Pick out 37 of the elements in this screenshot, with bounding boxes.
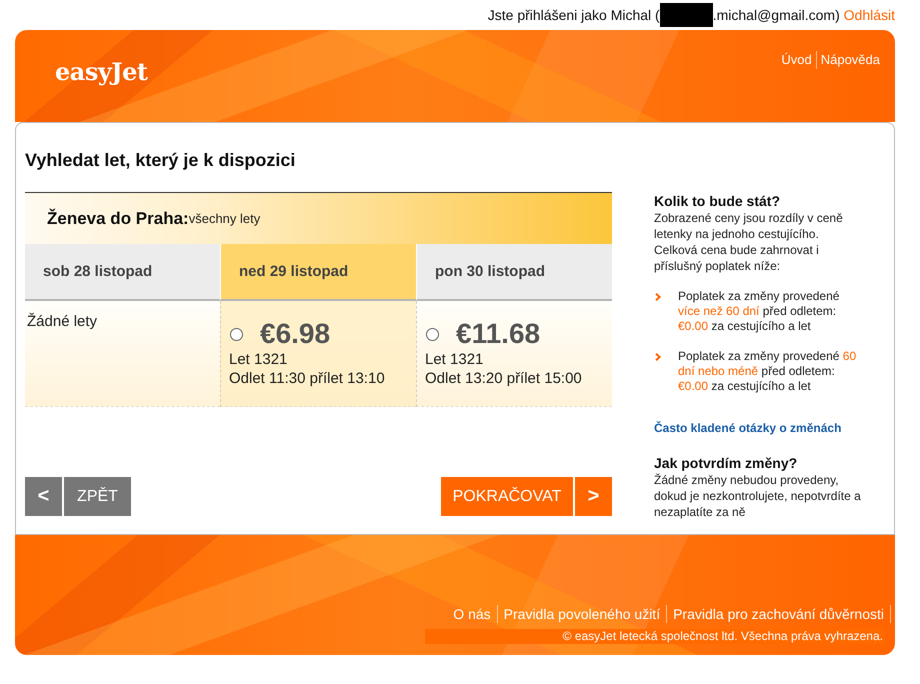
date-tab[interactable]: pon 30 listopad: [416, 244, 612, 301]
flight-number-text: Let 1321: [229, 350, 288, 369]
flight-radio[interactable]: [230, 328, 243, 340]
date-tab[interactable]: sob 28 listopad: [25, 244, 220, 301]
footer-link[interactable]: O nás: [447, 605, 497, 623]
info-text: Celková cena bude zahrnovat i příslušný poplatek níže:: [654, 242, 820, 274]
section-heading: Kolik to bude stát?: [654, 193, 781, 209]
brand-logo[interactable]: easyJet: [55, 57, 148, 86]
fee-text: Poplatek za změny provedené více než 60 dní před odletem: €0.00 za cestujícího a let: [678, 289, 840, 334]
continue-button[interactable]: POKRAČOVAT >: [441, 477, 612, 516]
logout-link[interactable]: Odhlásit: [844, 7, 895, 23]
account-email-text: .michal@gmail.com): [712, 7, 840, 23]
route-title: Ženeva do Praha:: [47, 208, 189, 228]
faq-link[interactable]: Často kladené otázky o změnách: [654, 421, 842, 435]
route-note: všechny lety: [188, 211, 260, 226]
chevron-icon: [655, 353, 661, 361]
flight-times-text: Odlet 11:30 přílet 13:10: [229, 369, 386, 388]
back-button[interactable]: < ZPĚT: [25, 477, 131, 516]
login-status-text: Jste přihlášeni jako Michal (: [488, 7, 660, 23]
flight-number-text: Let 1321: [425, 350, 484, 369]
footer-link[interactable]: Pravidla povoleného užití: [498, 605, 666, 623]
no-flights-text: Žádné lety: [27, 313, 98, 331]
flight-radio[interactable]: [426, 328, 439, 340]
section-heading: Jak potvrdím změny?: [654, 455, 798, 471]
nav-link[interactable]: Nápověda: [816, 51, 884, 69]
page-title: Vyhledat let, který je k dispozici: [25, 149, 296, 171]
date-tab[interactable]: ned 29 listopad: [220, 244, 416, 301]
info-text: Žádné změny nebudou provedeny, dokud je nezkontrolujete, nepotvrdíte a nezaplatíte za ně: [654, 472, 862, 520]
price-text: €11.68: [456, 318, 540, 350]
chevron-icon: [655, 293, 661, 301]
info-text: Zobrazené ceny jsou rozdíly v ceně letenky na jednoho cestujícího.: [654, 210, 844, 242]
price-text: €6.98: [260, 318, 330, 350]
nav-link[interactable]: Úvod: [777, 51, 816, 69]
copyright-notice: © easyJet letecká společnost ltd. Všechna práva vyhrazena.: [425, 629, 885, 644]
flight-times-text: Odlet 13:20 přílet 15:00: [425, 369, 583, 388]
footer-link[interactable]: Pravidla pro zachování důvěrnosti: [667, 605, 890, 623]
fee-text: Poplatek za změny provedené 60 dní nebo méně před odletem: €0.00 za cestujícího a let: [678, 349, 858, 394]
